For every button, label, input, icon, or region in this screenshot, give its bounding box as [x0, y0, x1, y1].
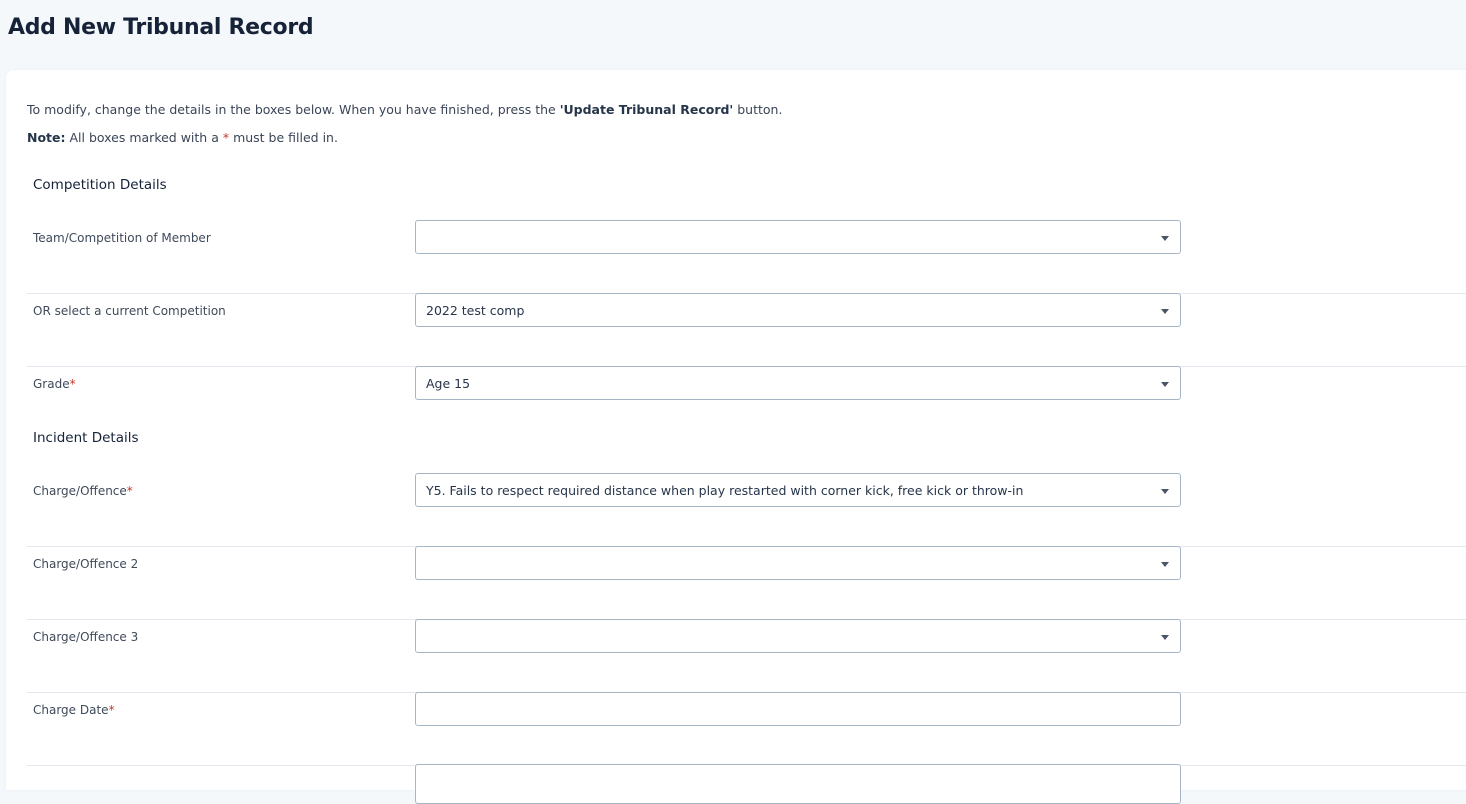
charge-date-label: Charge Date*	[33, 703, 115, 717]
required-note: Note: All boxes marked with a * must be …	[27, 130, 338, 145]
caret-down-icon	[1161, 309, 1169, 314]
required-asterisk: *	[126, 484, 133, 498]
intro-text-end: button.	[733, 102, 783, 117]
field-row-charge-offence: Charge/Offence* Y5. Fails to respect req…	[27, 473, 1466, 547]
charge-offence-2-select[interactable]	[415, 546, 1181, 580]
page-title: Add New Tribunal Record	[8, 15, 314, 40]
field-row-current-competition: OR select a current Competition 2022 tes…	[27, 293, 1466, 367]
charge-offence-2-value	[426, 547, 1146, 581]
grade-label: Grade*	[33, 377, 76, 391]
team-competition-value	[426, 221, 1146, 255]
caret-down-icon	[1161, 382, 1169, 387]
field-row-team-competition: Team/Competition of Member	[27, 220, 1466, 294]
charge-date-value	[426, 693, 1146, 727]
charge-offence-3-value	[426, 620, 1146, 654]
intro-text-start: To modify, change the details in the box…	[27, 102, 560, 117]
current-competition-label: OR select a current Competition	[33, 304, 226, 318]
caret-down-icon	[1161, 236, 1169, 241]
field-row-charge-offence-2: Charge/Offence 2	[27, 546, 1466, 620]
caret-down-icon	[1161, 489, 1169, 494]
field-row-grade: Grade* Age 15	[27, 366, 1466, 439]
grade-value: Age 15	[426, 376, 471, 391]
charge-offence-value: Y5. Fails to respect required distance w…	[426, 483, 1024, 498]
required-asterisk: *	[69, 377, 76, 391]
grade-select[interactable]: Age 15	[415, 366, 1181, 400]
charge-offence-3-select[interactable]	[415, 619, 1181, 653]
caret-down-icon	[1161, 635, 1169, 640]
caret-down-icon	[1161, 562, 1169, 567]
section-competition-details: Competition Details	[33, 177, 167, 193]
next-field-input[interactable]	[415, 764, 1181, 804]
team-competition-select[interactable]	[415, 220, 1181, 254]
required-asterisk: *	[108, 703, 115, 717]
current-competition-select[interactable]: 2022 test comp	[415, 293, 1181, 327]
section-incident-details: Incident Details	[33, 430, 139, 446]
current-competition-value: 2022 test comp	[426, 303, 525, 318]
field-row-charge-date: Charge Date*	[27, 692, 1466, 766]
charge-date-input[interactable]	[415, 692, 1181, 726]
charge-offence-select[interactable]: Y5. Fails to respect required distance w…	[415, 473, 1181, 507]
team-competition-label: Team/Competition of Member	[33, 231, 211, 245]
field-row-charge-offence-3: Charge/Offence 3	[27, 619, 1466, 693]
intro-text: To modify, change the details in the box…	[27, 102, 782, 117]
note-label: Note:	[27, 130, 66, 145]
charge-offence-label: Charge/Offence*	[33, 484, 133, 498]
intro-button-reference: 'Update Tribunal Record'	[559, 102, 734, 117]
charge-offence-2-label: Charge/Offence 2	[33, 557, 139, 571]
form-card: To modify, change the details in the box…	[6, 70, 1466, 804]
note-text-start: All boxes marked with a	[65, 130, 223, 145]
note-text-end: must be filled in.	[229, 130, 338, 145]
charge-offence-3-label: Charge/Offence 3	[33, 630, 139, 644]
